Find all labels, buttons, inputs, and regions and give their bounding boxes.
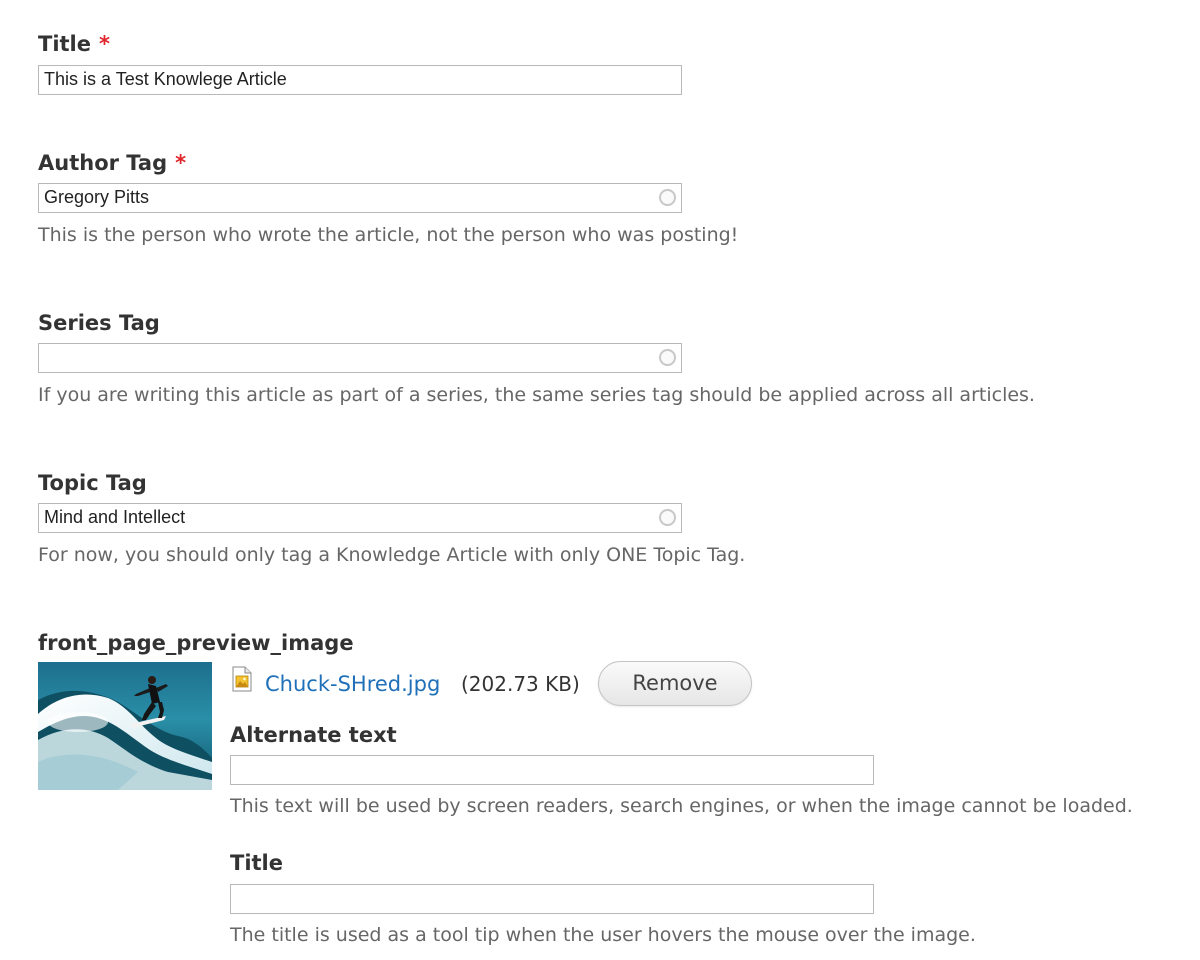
series-tag-input[interactable] — [38, 343, 682, 373]
topic-tag-label: Topic Tag — [38, 471, 147, 495]
image-title-description: The title is used as a tool tip when the… — [230, 924, 976, 946]
author-tag-label: Author Tag — [38, 151, 168, 175]
series-tag-description: If you are writing this article as part … — [38, 384, 1035, 406]
topic-tag-value: Mind and Intellect — [44, 507, 186, 527]
series-tag-field: Series Tag If you are writing this artic… — [38, 310, 1035, 406]
topic-tag-description: For now, you should only tag a Knowledge… — [38, 544, 746, 566]
alt-text-description: This text will be used by screen readers… — [230, 795, 1133, 817]
title-field: Title * This is a Test Knowlege Article — [38, 31, 682, 95]
image-file-icon — [232, 666, 252, 692]
author-tag-input[interactable]: Gregory Pitts — [38, 183, 682, 213]
autocomplete-throbber-icon — [659, 189, 676, 206]
file-name-link[interactable]: Chuck-SHred.jpg — [265, 671, 440, 697]
author-tag-label-row: Author Tag * — [38, 150, 186, 176]
image-title-field: Title The title is used as a tool tip wh… — [230, 850, 976, 946]
node-edit-form: Title * This is a Test Knowlege Article A… — [0, 0, 1200, 960]
author-tag-value: Gregory Pitts — [44, 187, 150, 207]
remove-button[interactable]: Remove — [598, 661, 752, 706]
topic-tag-field: Topic Tag Mind and Intellect For now, yo… — [38, 470, 745, 566]
alt-text-label: Alternate text — [230, 723, 397, 747]
title-label: Title — [38, 32, 92, 56]
image-preview-thumbnail — [38, 662, 212, 790]
title-input[interactable]: This is a Test Knowlege Article — [38, 65, 682, 95]
image-field-label: front_page_preview_image — [38, 631, 354, 655]
author-tag-field: Author Tag * Gregory Pitts This is the pe… — [38, 150, 738, 246]
file-size: (202.73 KB) — [461, 672, 580, 696]
autocomplete-throbber-icon — [659, 349, 676, 366]
image-title-label: Title — [230, 851, 284, 875]
required-marker: * — [175, 151, 187, 175]
required-marker: * — [99, 32, 110, 56]
image-title-input[interactable] — [230, 884, 874, 914]
image-field: front_page_preview_image — [38, 630, 354, 656]
author-tag-description: This is the person who wrote the article… — [38, 224, 739, 246]
alt-text-input[interactable] — [230, 755, 874, 785]
series-tag-label: Series Tag — [38, 311, 160, 335]
alt-text-field: Alternate text This text will be used by… — [230, 722, 1133, 817]
autocomplete-throbber-icon — [659, 509, 676, 526]
title-label-row: Title * — [38, 31, 110, 57]
topic-tag-input[interactable]: Mind and Intellect — [38, 503, 682, 533]
